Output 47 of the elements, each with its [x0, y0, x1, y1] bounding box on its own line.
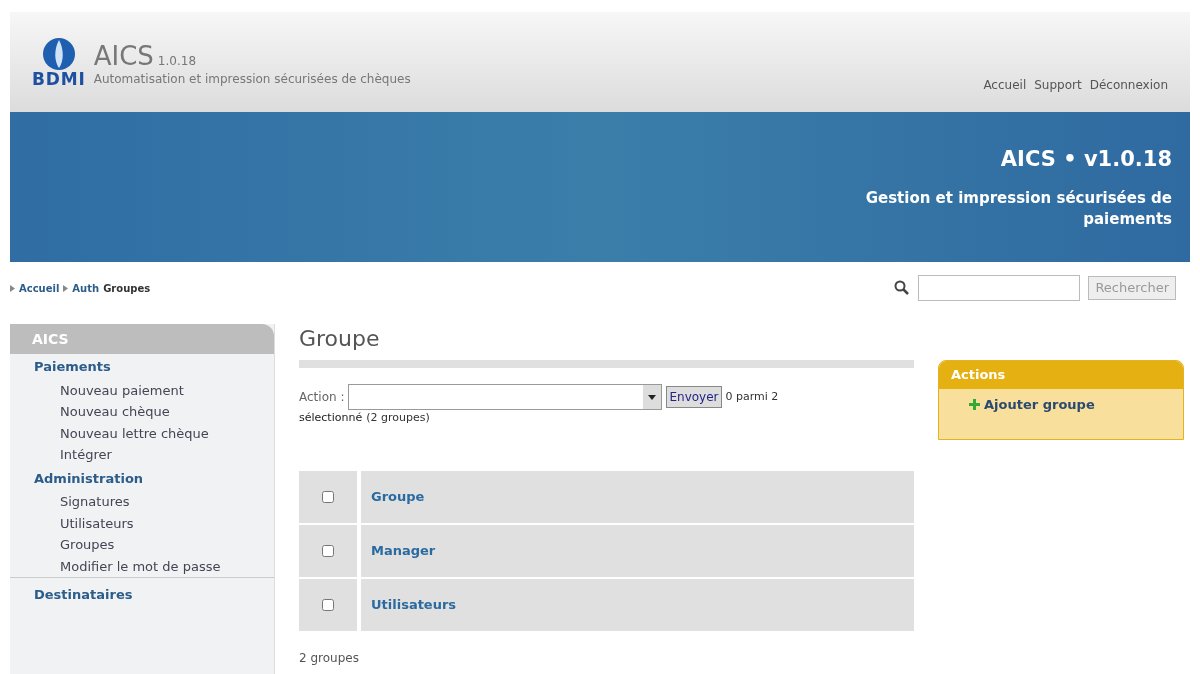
- logo-drop-icon: [41, 37, 76, 71]
- sidebar-item[interactable]: Signatures: [10, 491, 274, 513]
- action-label: Action :: [299, 389, 345, 406]
- plus-icon: [969, 399, 980, 411]
- sidebar-item[interactable]: Nouveau paiement: [10, 379, 274, 401]
- add-group-link[interactable]: Ajouter groupe: [939, 389, 1183, 421]
- action-select[interactable]: [348, 384, 663, 410]
- row-checkbox[interactable]: [322, 490, 334, 503]
- group-link[interactable]: Manager: [371, 540, 436, 561]
- group-link[interactable]: Utilisateurs: [371, 594, 457, 615]
- banner-title: AICS • v1.0.18: [1000, 146, 1172, 173]
- row-checkbox[interactable]: [322, 544, 334, 557]
- sidebar-item[interactable]: Utilisateurs: [10, 512, 274, 534]
- sidebar-item[interactable]: Modifier le mot de passe: [10, 555, 274, 577]
- app-title: AICS: [93, 43, 154, 69]
- header-link[interactable]: Support: [1034, 76, 1082, 94]
- sidebar-section[interactable]: Administration: [10, 465, 274, 491]
- group-link[interactable]: Groupe: [371, 486, 425, 507]
- sidebar-item[interactable]: Groupes: [10, 534, 274, 556]
- selection-count: 0 parmi 2: [725, 388, 779, 405]
- sidebar-item[interactable]: Intégrer: [10, 444, 274, 466]
- sidebar-header: AICS: [10, 324, 274, 354]
- breadcrumb-link[interactable]: Auth: [72, 280, 100, 296]
- breadcrumb-link[interactable]: Accueil: [19, 280, 60, 296]
- brand-logo-text: BDMI: [32, 71, 86, 88]
- app-version: 1.0.18: [157, 53, 196, 70]
- breadcrumb-arrow-icon: [10, 284, 15, 292]
- row-checkbox[interactable]: [322, 598, 334, 611]
- result-count: 2 groupes: [299, 649, 360, 667]
- caret-icon: [643, 385, 662, 409]
- sidebar-item[interactable]: Nouveau chèque: [10, 401, 274, 423]
- app-subtitle: Automatisation et impression sécurisées de chèques: [93, 71, 411, 88]
- sidebar-section[interactable]: Paiements: [10, 354, 274, 380]
- send-button[interactable]: Envoyer: [666, 386, 722, 408]
- sidebar-item[interactable]: Nouveau lettre chèque: [10, 422, 274, 444]
- actions-header: Actions: [939, 361, 1183, 389]
- sidebar-section[interactable]: Destinataires: [10, 582, 274, 608]
- search-field[interactable]: [918, 275, 1081, 301]
- selection-text: sélectionné: [299, 410, 363, 426]
- select-all-link[interactable]: (2 groupes): [366, 410, 430, 427]
- banner-subtitle: Gestion et impression sécurisées de paiements: [864, 187, 1172, 230]
- breadcrumb-current: Groupes: [103, 281, 151, 296]
- page-title: Groupe: [299, 325, 381, 353]
- header-link[interactable]: Accueil: [983, 76, 1027, 94]
- search-icon: [894, 280, 911, 296]
- breadcrumb-arrow-icon: [63, 284, 69, 292]
- header-link[interactable]: Déconnexion: [1089, 76, 1168, 94]
